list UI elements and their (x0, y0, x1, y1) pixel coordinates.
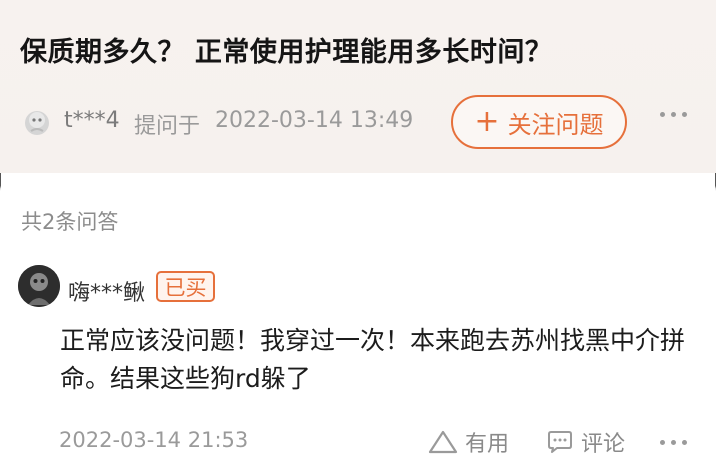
useful-label: 有用 (465, 432, 510, 457)
question-header: 保质期多久？ 正常使用护理能用多长时间？ t***4 提问于 2022-03-1… (0, 0, 716, 173)
answer-more-dots-icon[interactable] (660, 440, 690, 450)
asked-time: 2022-03-14 13:49 (215, 108, 414, 133)
asker-avatar-icon (25, 111, 49, 135)
avatar-image-icon (18, 265, 60, 307)
useful-button[interactable]: 有用 (427, 426, 509, 458)
answer-text: 正常应该没问题！我穿过一次！本来跑去苏州找黑中介拼命。结果这些狗rd躲了 (60, 326, 686, 393)
answerer-name: 嗨***鳅 (68, 281, 146, 306)
follow-question-button[interactable]: + 关注问题 (451, 95, 627, 149)
answerer-avatar[interactable] (18, 265, 60, 307)
question-title: 保质期多久？ 正常使用护理能用多长时间？ (20, 37, 553, 68)
asker-name: t***4 (64, 108, 120, 133)
bought-badge: 已买 (156, 271, 215, 302)
triangle-up-icon (428, 430, 458, 454)
follow-question-label: 关注问题 (507, 110, 604, 139)
comment-button[interactable]: 评论 (545, 426, 625, 458)
comment-label: 评论 (581, 432, 626, 457)
answer-count-label: 共2条问答 (21, 210, 119, 234)
comment-bubble-icon (548, 431, 572, 453)
more-dots-icon[interactable] (660, 112, 690, 122)
answer-time: 2022-03-14 21:53 (59, 428, 249, 452)
asked-label: 提问于 (134, 114, 201, 139)
plus-icon: + (474, 104, 500, 139)
